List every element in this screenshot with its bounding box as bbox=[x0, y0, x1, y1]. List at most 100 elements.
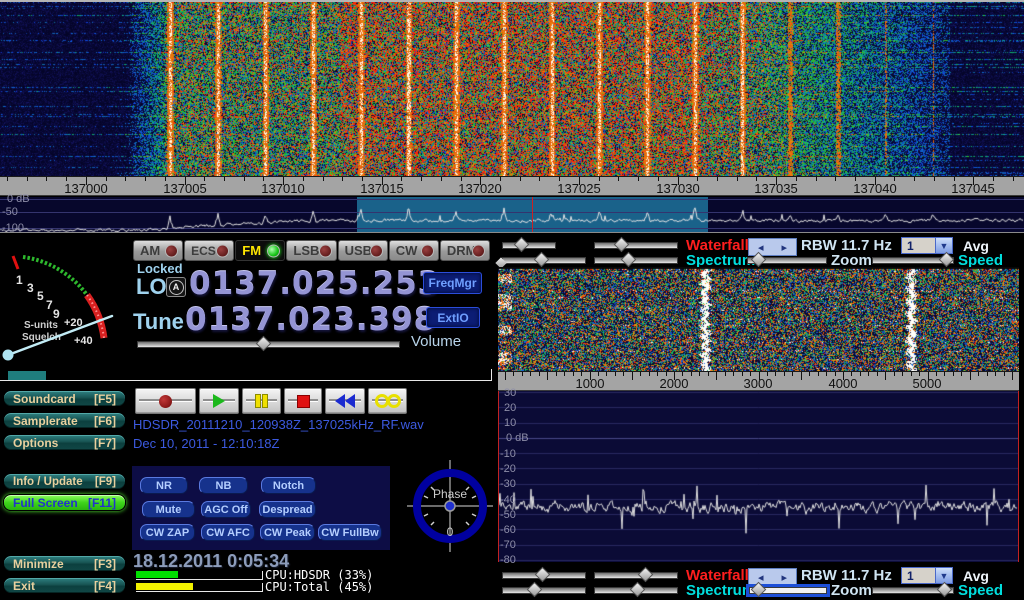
button-key: [F11] bbox=[88, 496, 116, 510]
speed-slider[interactable] bbox=[872, 256, 954, 263]
af-db-label: -40 bbox=[500, 494, 516, 506]
divider-tick bbox=[491, 369, 492, 381]
mode-ecss-button[interactable]: ECSS bbox=[184, 240, 234, 261]
phase-dial[interactable]: Phase 0 bbox=[407, 458, 493, 554]
cw-zap-button[interactable]: CW ZAP bbox=[140, 524, 195, 541]
slider-thumb[interactable] bbox=[937, 582, 953, 598]
speed-slider[interactable] bbox=[872, 586, 954, 593]
squelch-level-bar[interactable] bbox=[8, 371, 46, 380]
mode-lsb-button[interactable]: LSB bbox=[286, 240, 336, 261]
hdsdr-window: 137000 137005 137010 137015 137020 13702… bbox=[0, 0, 1024, 600]
mode-label: USB bbox=[345, 243, 372, 258]
nb-button[interactable]: NB bbox=[199, 477, 248, 494]
mode-button-row: AM ECSS FM LSB USB CW DRM bbox=[133, 240, 490, 261]
extio-button[interactable]: ExtIO bbox=[426, 307, 480, 328]
rewind-icon bbox=[335, 394, 355, 408]
slider-thumb[interactable] bbox=[621, 252, 637, 268]
arrow-right-icon[interactable]: ▸ bbox=[781, 571, 787, 584]
record-button[interactable] bbox=[135, 388, 196, 414]
slider-thumb[interactable] bbox=[527, 582, 543, 598]
exit-button[interactable]: Exit [F4] bbox=[3, 577, 126, 594]
slider-thumb[interactable] bbox=[514, 237, 530, 253]
tune-frequency-value[interactable]: 0137.023.398 bbox=[185, 302, 436, 338]
af-db-label: 0 dB bbox=[506, 432, 529, 444]
zoom-slider[interactable] bbox=[749, 586, 827, 593]
cpu-hdsdr-fill bbox=[136, 571, 178, 578]
audio-spectrum[interactable]: 30 20 10 0 dB -10 -20 -30 -40 -50 -60 -7… bbox=[498, 391, 1019, 562]
despread-button[interactable]: Despread bbox=[259, 501, 316, 518]
volume-slider[interactable] bbox=[137, 340, 400, 347]
slider-thumb[interactable] bbox=[630, 582, 646, 598]
audio-frequency-scale[interactable]: 1000 2000 3000 4000 5000 bbox=[498, 371, 1019, 391]
meter-tick: 3 bbox=[27, 281, 34, 295]
slider-thumb[interactable] bbox=[939, 252, 955, 268]
button-key: [F3] bbox=[94, 557, 116, 571]
soundcard-button[interactable]: Soundcard [F5] bbox=[3, 390, 126, 407]
arrow-right-icon[interactable]: ▸ bbox=[781, 241, 787, 254]
button-key: [F5] bbox=[94, 392, 116, 406]
play-button[interactable] bbox=[199, 388, 239, 414]
waterfall-contrast-slider[interactable] bbox=[594, 241, 678, 248]
af-db-label: -30 bbox=[500, 478, 516, 490]
loop-button[interactable] bbox=[368, 388, 407, 414]
slider-thumb[interactable] bbox=[638, 567, 654, 583]
af-db-label: -10 bbox=[500, 448, 516, 460]
waterfall-brightness-slider[interactable] bbox=[502, 571, 586, 578]
rf-frequency-scale[interactable]: 137000 137005 137010 137015 137020 13702… bbox=[0, 176, 1024, 196]
recording-filename: HDSDR_20111210_120938Z_137025kHz_RF.wav bbox=[133, 417, 424, 432]
mode-drm-button[interactable]: DRM bbox=[440, 240, 490, 261]
lo-frequency-value[interactable]: 0137.025.253 bbox=[189, 266, 440, 302]
audio-display-controls-bottom: Waterfall ◂▸ RBW 11.7 Hz 1 ▼ Avg Spectru… bbox=[498, 566, 1024, 596]
waterfall-contrast-slider[interactable] bbox=[594, 571, 678, 578]
transport-bar bbox=[135, 388, 407, 414]
rewind-button[interactable] bbox=[325, 388, 365, 414]
mode-am-button[interactable]: AM bbox=[133, 240, 183, 261]
mute-button[interactable]: Mute bbox=[142, 501, 195, 518]
spectrum-brightness-slider[interactable] bbox=[502, 586, 586, 593]
audio-waterfall[interactable] bbox=[498, 267, 1019, 371]
button-key: [F6] bbox=[94, 414, 116, 428]
pause-button[interactable] bbox=[242, 388, 281, 414]
dropdown-arrow-icon[interactable]: ▼ bbox=[935, 238, 952, 253]
stop-button[interactable] bbox=[284, 388, 322, 414]
cw-fullbw-button[interactable]: CW FullBw bbox=[318, 524, 382, 541]
phase-value: 0 bbox=[447, 525, 454, 539]
mode-led-icon bbox=[216, 244, 229, 257]
nr-button[interactable]: NR bbox=[140, 477, 188, 494]
agc-off-button[interactable]: AGC Off bbox=[201, 501, 251, 518]
rf-db-label: 0 dB bbox=[7, 193, 30, 205]
rf-waterfall[interactable] bbox=[0, 2, 1024, 176]
slider-thumb[interactable] bbox=[614, 237, 630, 253]
lo-auto-button[interactable]: A bbox=[166, 277, 186, 297]
notch-button[interactable]: Notch bbox=[261, 477, 316, 494]
waterfall-brightness-slider[interactable] bbox=[502, 241, 556, 248]
spectrum-contrast-slider[interactable] bbox=[594, 256, 678, 263]
cw-afc-button[interactable]: CW AFC bbox=[201, 524, 255, 541]
fullscreen-button[interactable]: Full Screen [F11] bbox=[3, 494, 126, 511]
spectrum-contrast-slider[interactable] bbox=[594, 586, 678, 593]
button-key: [F4] bbox=[94, 579, 116, 593]
avg-value: 1 bbox=[902, 238, 935, 253]
play-icon bbox=[213, 394, 225, 408]
slider-thumb[interactable] bbox=[256, 336, 272, 352]
minimize-button[interactable]: Minimize [F3] bbox=[3, 555, 126, 572]
mode-cw-button[interactable]: CW bbox=[389, 240, 439, 261]
slider-thumb[interactable] bbox=[533, 252, 549, 268]
freqmgr-button[interactable]: FreqMgr bbox=[423, 272, 482, 294]
samplerate-button[interactable]: Samplerate [F6] bbox=[3, 412, 126, 429]
pause-icon bbox=[256, 395, 267, 407]
spectrum-brightness-slider[interactable] bbox=[502, 256, 586, 263]
info-update-button[interactable]: Info / Update [F9] bbox=[3, 473, 126, 490]
zoom-slider[interactable] bbox=[747, 256, 827, 263]
mode-usb-button[interactable]: USB bbox=[338, 240, 388, 261]
rf-spectrum[interactable]: 0 dB -50 -100 bbox=[0, 197, 1024, 232]
af-db-label: 10 bbox=[504, 417, 516, 429]
options-button[interactable]: Options [F7] bbox=[3, 434, 126, 451]
cpu-total-bar bbox=[136, 583, 263, 592]
cw-peak-button[interactable]: CW Peak bbox=[260, 524, 315, 541]
af-db-label: 20 bbox=[504, 402, 516, 414]
button-label: Minimize bbox=[13, 557, 64, 571]
mode-led-icon bbox=[319, 244, 332, 257]
mode-fm-button[interactable]: FM bbox=[235, 240, 285, 261]
slider-thumb[interactable] bbox=[535, 567, 551, 583]
